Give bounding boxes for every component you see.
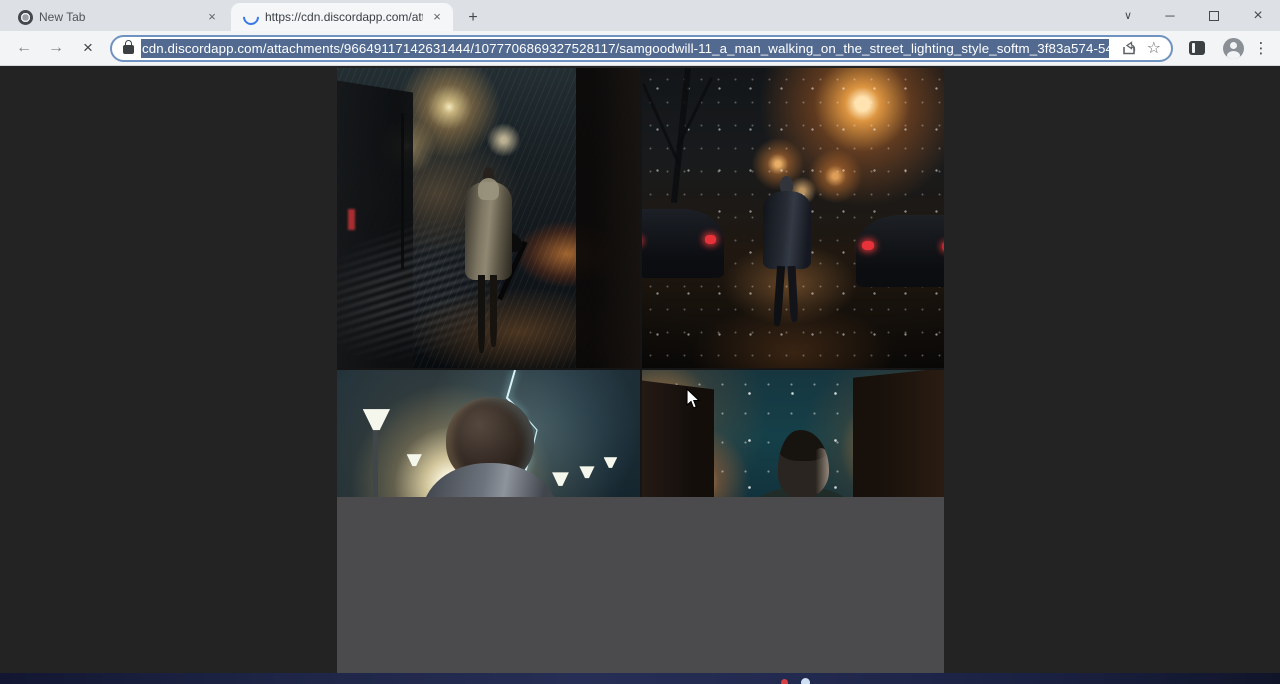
image-tile-top-right: [642, 68, 944, 368]
tile-art: [337, 370, 640, 497]
tile-art: [642, 68, 944, 368]
restore-icon: [1209, 11, 1219, 21]
menu-kebab-icon[interactable]: ⋮: [1252, 39, 1270, 57]
mouse-cursor: [686, 388, 702, 410]
browser-window: New Tab × https://cdn.discordapp.com/att…: [0, 0, 1280, 684]
tab-close-icon[interactable]: ×: [429, 9, 445, 25]
image-tile-top-left: [337, 68, 640, 368]
taskbar-icon-light: [801, 678, 810, 684]
tab-strip: New Tab × https://cdn.discordapp.com/att…: [0, 0, 1280, 31]
avatar-head: [1230, 42, 1237, 49]
new-tab-button[interactable]: +: [462, 7, 484, 29]
man-silhouette: [763, 176, 811, 326]
image-loading-placeholder: [337, 497, 944, 673]
car-silhouette: [642, 209, 724, 278]
share-icon[interactable]: [1121, 40, 1137, 56]
tab-discord-attachment[interactable]: https://cdn.discordapp.com/atta ×: [231, 3, 453, 31]
minimize-button[interactable]: ─: [1148, 8, 1192, 23]
tab-search-chevron-icon[interactable]: ∨: [1108, 9, 1148, 22]
url-input[interactable]: cdn.discordapp.com/attachments/966491171…: [110, 35, 1173, 62]
tab-title: New Tab: [39, 10, 198, 24]
url-selected-text[interactable]: cdn.discordapp.com/attachments/966491171…: [141, 39, 1109, 58]
tab-title: https://cdn.discordapp.com/atta: [265, 10, 423, 24]
attachment-image[interactable]: [337, 68, 944, 673]
browser-toolbar: ← → × cdn.discordapp.com/attachments/966…: [0, 31, 1280, 66]
side-panel-icon[interactable]: [1189, 41, 1205, 55]
lock-icon[interactable]: [123, 45, 134, 54]
loading-spinner-icon: [240, 6, 263, 29]
man-silhouette: [464, 167, 512, 353]
window-controls: ∨ ─ ×: [1108, 0, 1280, 31]
taskbar-icon-red: [781, 679, 788, 684]
profile-avatar[interactable]: [1223, 38, 1244, 59]
man-profile-head: [778, 430, 829, 497]
stop-loading-button[interactable]: ×: [75, 35, 101, 61]
tab-close-icon[interactable]: ×: [204, 9, 220, 25]
restore-button[interactable]: [1192, 11, 1236, 21]
close-window-button[interactable]: ×: [1236, 7, 1280, 25]
tile-art: [337, 68, 640, 368]
car-silhouette: [856, 215, 944, 287]
bookmark-star-icon[interactable]: ☆: [1147, 38, 1161, 58]
forward-button[interactable]: →: [43, 35, 69, 61]
chrome-logo-icon: [18, 10, 33, 25]
taskbar-sliver[interactable]: [0, 673, 1280, 684]
image-tile-bottom-left: [337, 370, 640, 497]
page-content: [0, 66, 1280, 673]
avatar-body: [1227, 51, 1240, 59]
back-button[interactable]: ←: [11, 35, 37, 61]
tab-new-tab[interactable]: New Tab ×: [6, 3, 228, 31]
